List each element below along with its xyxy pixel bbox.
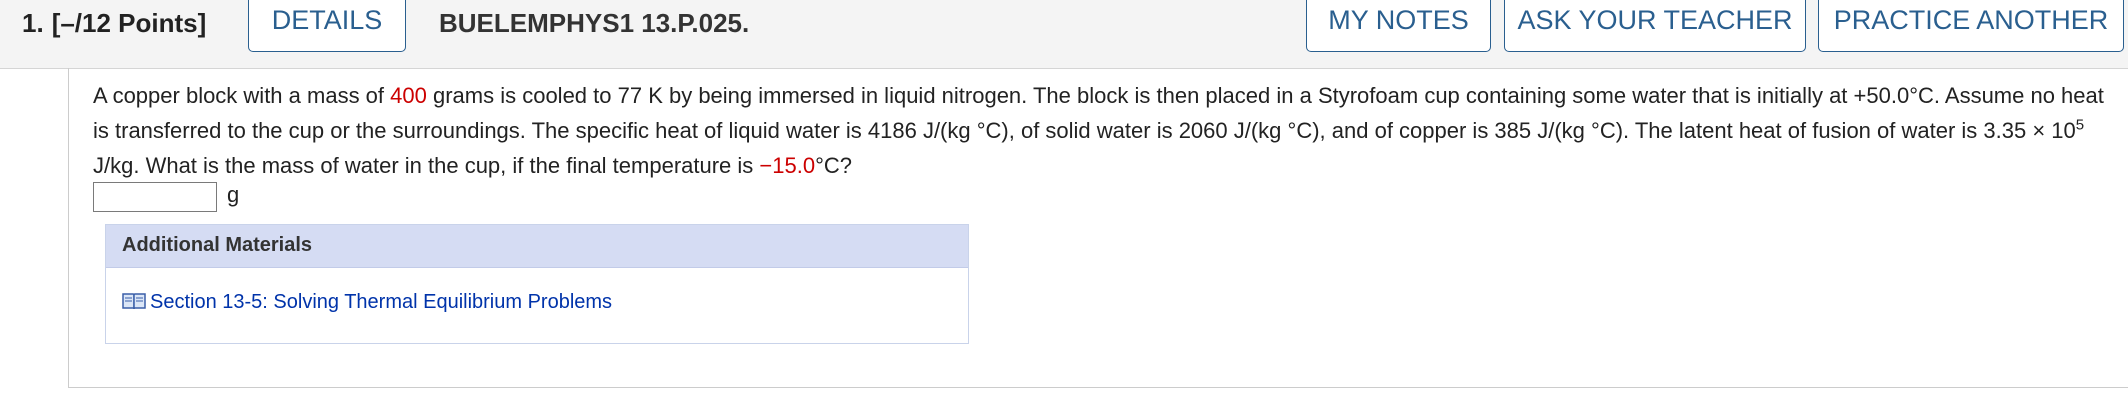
question-header: 1. [–/12 Points] DETAILS BUELEMPHYS1 13.P…: [0, 0, 2128, 69]
additional-materials-title: Additional Materials: [122, 234, 313, 256]
question-points: 1. [–/12 Points]: [22, 8, 206, 39]
question-id: BUELEMPHYS1 13.P.025.: [439, 8, 750, 38]
my-notes-button[interactable]: MY NOTES: [1306, 0, 1491, 52]
details-button[interactable]: DETAILS: [248, 0, 406, 52]
mass-value: 400: [390, 83, 427, 108]
question-text-part: °C?: [815, 153, 852, 178]
final-temperature-value: −15.0: [759, 153, 816, 178]
points-label: [–/12 Points]: [51, 8, 207, 38]
question-number: 1.: [22, 8, 44, 38]
additional-materials-header: Additional Materials: [106, 225, 968, 268]
section-link-label[interactable]: Section 13-5: Solving Thermal Equilibriu…: [150, 291, 612, 313]
exponent: 5: [2075, 116, 2085, 134]
answer-unit: g: [227, 182, 240, 207]
question-text-part: A copper block with a mass of: [93, 83, 391, 108]
section-link[interactable]: Section 13-5: Solving Thermal Equilibriu…: [122, 291, 612, 317]
question-body: A copper block with a mass of 400 grams …: [68, 68, 2128, 388]
question-text-part: J/kg. What is the mass of water in the c…: [93, 153, 760, 178]
ask-your-teacher-button[interactable]: ASK YOUR TEACHER: [1504, 0, 1806, 52]
book-icon: [122, 291, 146, 317]
question-text: A copper block with a mass of 400 grams …: [93, 78, 2123, 183]
additional-materials-panel: Additional Materials Section 13-5: Solvi…: [105, 224, 969, 344]
answer-input[interactable]: [93, 182, 217, 212]
practice-another-button[interactable]: PRACTICE ANOTHER: [1818, 0, 2124, 52]
